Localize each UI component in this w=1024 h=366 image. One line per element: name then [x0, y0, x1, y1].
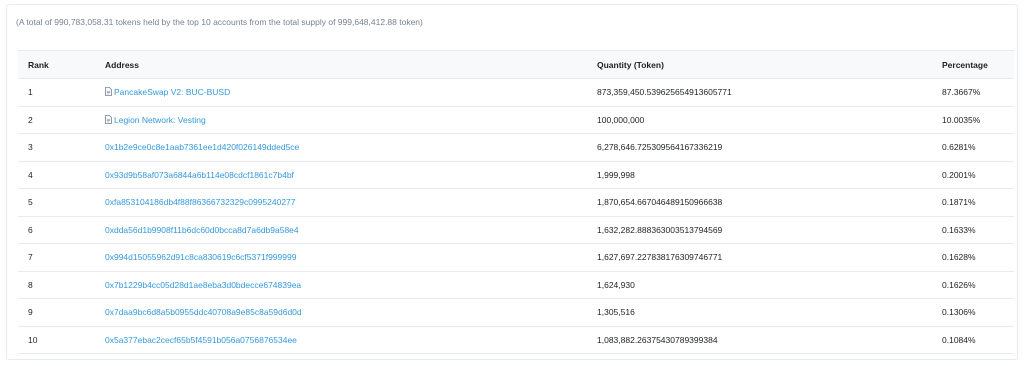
address-cell: 0x7b1229b4cc05d28d1ae8eba3d0bdecce674839… — [95, 271, 587, 299]
holders-summary: (A total of 990,783,058.31 tokens held b… — [16, 17, 423, 27]
address-link[interactable]: 0xfa853104186db4f88f86366732329c09952402… — [105, 197, 296, 207]
address-link[interactable]: 0x93d9b58af073a6844a6b114e08cdcf1861c7b4… — [105, 170, 294, 180]
address-cell: 0x1b2e9ce0c8e1aab7361ee1d420f026149dded5… — [95, 133, 587, 162]
quantity-cell: 1,632,282.888363003513794569 — [587, 216, 932, 244]
table-row: 6 0xdda56d1b9908f11b6dc60d0bcca8d7a6db9a5… — [18, 216, 1014, 244]
rank-cell: 7 — [18, 243, 95, 272]
rank-cell: 6 — [18, 216, 95, 244]
document-icon — [105, 87, 112, 97]
table-header-row: Rank Address Quantity (Token) Percentage — [18, 50, 1014, 79]
address-name-link[interactable]: PancakeSwap V2: BUC-BUSD — [114, 87, 230, 97]
holders-card: (A total of 990,783,058.31 tokens held b… — [6, 4, 1018, 360]
table-row: 2 Legion Network: Vesting 100,000,000 10.00… — [18, 106, 1014, 134]
quantity-cell: 1,999,998 — [587, 161, 932, 189]
address-link[interactable]: 0x994d15055962d91c8ca830619c6cf5371f9999… — [105, 252, 296, 262]
table-row: 1 PancakeSwap V2: BUC-BUSD 873,359,450.539… — [18, 78, 1014, 107]
address-link[interactable]: 0x7b1229b4cc05d28d1ae8eba3d0bdecce674839… — [105, 280, 301, 290]
rank-cell: 3 — [18, 133, 95, 162]
address-link[interactable]: 0xdda56d1b9908f11b6dc60d0bcca8d7a6db9a58… — [105, 225, 299, 235]
address-cell: Legion Network: Vesting — [95, 106, 587, 134]
rank-cell: 4 — [18, 161, 95, 189]
quantity-cell: 6,278,646.725309564167336219 — [587, 133, 932, 162]
table-row: 4 0x93d9b58af073a6844a6b114e08cdcf1861c7b… — [18, 161, 1014, 189]
quantity-cell: 1,624,930 — [587, 271, 932, 299]
percentage-cell: 0.1306% — [932, 298, 1014, 327]
rank-cell: 9 — [18, 298, 95, 327]
quantity-cell: 1,870,654.667046489150966638 — [587, 188, 932, 217]
percentage-cell: 0.1084% — [932, 326, 1014, 354]
table-row: 5 0xfa853104186db4f88f86366732329c0995240… — [18, 188, 1014, 217]
address-link[interactable]: 0x1b2e9ce0c8e1aab7361ee1d420f026149dded5… — [105, 142, 299, 152]
address-cell: 0x7daa9bc6d8a5b0955ddc40708a9e85c8a59d6d… — [95, 298, 587, 327]
header-percentage: Percentage — [932, 50, 1014, 79]
rank-cell: 1 — [18, 78, 95, 107]
quantity-cell: 1,627,697.227838176309746771 — [587, 243, 932, 272]
percentage-cell: 0.6281% — [932, 133, 1014, 162]
table-row: 8 0x7b1229b4cc05d28d1ae8eba3d0bdecce67483… — [18, 271, 1014, 299]
quantity-cell: 1,083,882.26375430789399384 — [587, 326, 932, 354]
percentage-cell: 0.1633% — [932, 216, 1014, 244]
address-cell: 0xdda56d1b9908f11b6dc60d0bcca8d7a6db9a58… — [95, 216, 587, 244]
percentage-cell: 0.2001% — [932, 161, 1014, 189]
rank-cell: 2 — [18, 106, 95, 134]
header-address: Address — [95, 50, 587, 79]
percentage-cell: 0.1628% — [932, 243, 1014, 272]
header-rank: Rank — [18, 50, 95, 79]
address-cell: 0x93d9b58af073a6844a6b114e08cdcf1861c7b4… — [95, 161, 587, 189]
percentage-cell: 10.0035% — [932, 106, 1014, 134]
rank-cell: 8 — [18, 271, 95, 299]
percentage-cell: 0.1871% — [932, 188, 1014, 217]
rank-cell: 10 — [18, 326, 95, 354]
address-name-link[interactable]: Legion Network: Vesting — [114, 115, 206, 125]
table-row: 10 0x5a377ebac2cecf65b5f4591b056a07568765… — [18, 326, 1014, 354]
rank-cell: 5 — [18, 188, 95, 217]
quantity-cell: 873,359,450.539625654913605771 — [587, 78, 932, 107]
address-cell: PancakeSwap V2: BUC-BUSD — [95, 78, 587, 107]
percentage-cell: 87.3667% — [932, 78, 1014, 107]
address-cell: 0xfa853104186db4f88f86366732329c09952402… — [95, 188, 587, 217]
percentage-cell: 0.1626% — [932, 271, 1014, 299]
table-row: 7 0x994d15055962d91c8ca830619c6cf5371f999… — [18, 243, 1014, 272]
quantity-cell: 1,305,516 — [587, 298, 932, 327]
address-link[interactable]: 0x7daa9bc6d8a5b0955ddc40708a9e85c8a59d6d… — [105, 307, 302, 317]
document-icon — [105, 114, 112, 124]
table-row: 3 0x1b2e9ce0c8e1aab7361ee1d420f026149dded… — [18, 133, 1014, 162]
address-cell: 0x994d15055962d91c8ca830619c6cf5371f9999… — [95, 243, 587, 272]
address-link[interactable]: 0x5a377ebac2cecf65b5f4591b056a0756876534… — [105, 335, 297, 345]
header-quantity: Quantity (Token) — [587, 50, 932, 79]
address-cell: 0x5a377ebac2cecf65b5f4591b056a0756876534… — [95, 326, 587, 354]
quantity-cell: 100,000,000 — [587, 106, 932, 134]
table-row: 9 0x7daa9bc6d8a5b0955ddc40708a9e85c8a59d6… — [18, 298, 1014, 327]
holders-table: Rank Address Quantity (Token) Percentage… — [18, 50, 1014, 354]
